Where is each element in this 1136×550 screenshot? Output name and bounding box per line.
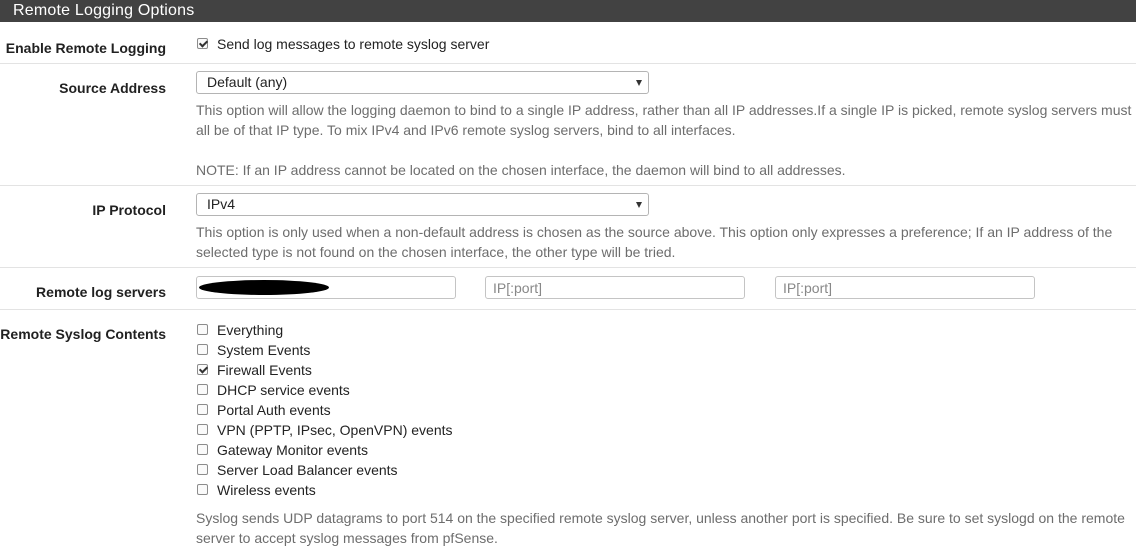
source-address-select[interactable]: Default (any) [196, 71, 649, 94]
remote-log-servers-label: Remote log servers [36, 284, 166, 300]
enable-remote-logging-checkbox[interactable] [197, 38, 208, 49]
chevron-down-icon [636, 202, 642, 208]
wireless-events-checkbox-label: Wireless events [217, 482, 316, 498]
dhcp-events-checkbox[interactable] [197, 384, 208, 395]
system-events-checkbox-label: System Events [217, 342, 311, 358]
ip-protocol-row: IP Protocol IPv4 This option is only use… [0, 186, 1136, 268]
gateway-monitor-events-checkbox-label: Gateway Monitor events [217, 442, 368, 458]
firewall-events-checkbox[interactable] [197, 364, 208, 375]
remote-server-2-input[interactable] [485, 276, 745, 299]
remote-syslog-help: Syslog sends UDP datagrams to port 514 o… [196, 510, 1125, 546]
source-address-note: NOTE: If an IP address cannot be located… [196, 162, 846, 178]
remote-syslog-contents-label: Remote Syslog Contents [0, 326, 166, 342]
redacted-value-mark [199, 280, 329, 295]
dhcp-events-checkbox-label: DHCP service events [217, 382, 350, 398]
ip-protocol-help: This option is only used when a non-defa… [196, 224, 1113, 260]
load-balancer-events-checkbox-label: Server Load Balancer events [217, 462, 398, 478]
load-balancer-events-checkbox[interactable] [197, 464, 208, 475]
ip-protocol-label: IP Protocol [92, 202, 166, 218]
system-events-checkbox[interactable] [197, 344, 208, 355]
source-address-selected-value: Default (any) [207, 74, 288, 90]
portal-auth-events-checkbox[interactable] [197, 404, 208, 415]
remote-server-3-input[interactable] [775, 276, 1035, 299]
enable-remote-logging-row: Enable Remote Logging Send log messages … [0, 22, 1136, 64]
portal-auth-events-checkbox-label: Portal Auth events [217, 402, 331, 418]
vpn-events-checkbox-label: VPN (PPTP, IPsec, OpenVPN) events [217, 422, 453, 438]
source-address-label: Source Address [59, 80, 166, 96]
ip-protocol-selected-value: IPv4 [207, 196, 236, 212]
gateway-monitor-events-checkbox[interactable] [197, 444, 208, 455]
chevron-down-icon [636, 80, 642, 86]
ip-protocol-select[interactable]: IPv4 [196, 193, 649, 216]
vpn-events-checkbox[interactable] [197, 424, 208, 435]
firewall-events-checkbox-label: Firewall Events [217, 362, 312, 378]
everything-checkbox[interactable] [197, 324, 208, 335]
everything-checkbox-label: Everything [217, 322, 284, 338]
wireless-events-checkbox[interactable] [197, 484, 208, 495]
remote-syslog-contents-row: Remote Syslog Contents Everything System… [0, 310, 1136, 550]
source-address-row: Source Address Default (any) This option… [0, 64, 1136, 186]
enable-remote-logging-label: Enable Remote Logging [5, 40, 166, 56]
enable-remote-logging-checkbox-label: Send log messages to remote syslog serve… [217, 36, 490, 52]
panel-title: Remote Logging Options [0, 0, 1136, 22]
source-address-help: This option will allow the logging daemo… [196, 102, 1132, 138]
